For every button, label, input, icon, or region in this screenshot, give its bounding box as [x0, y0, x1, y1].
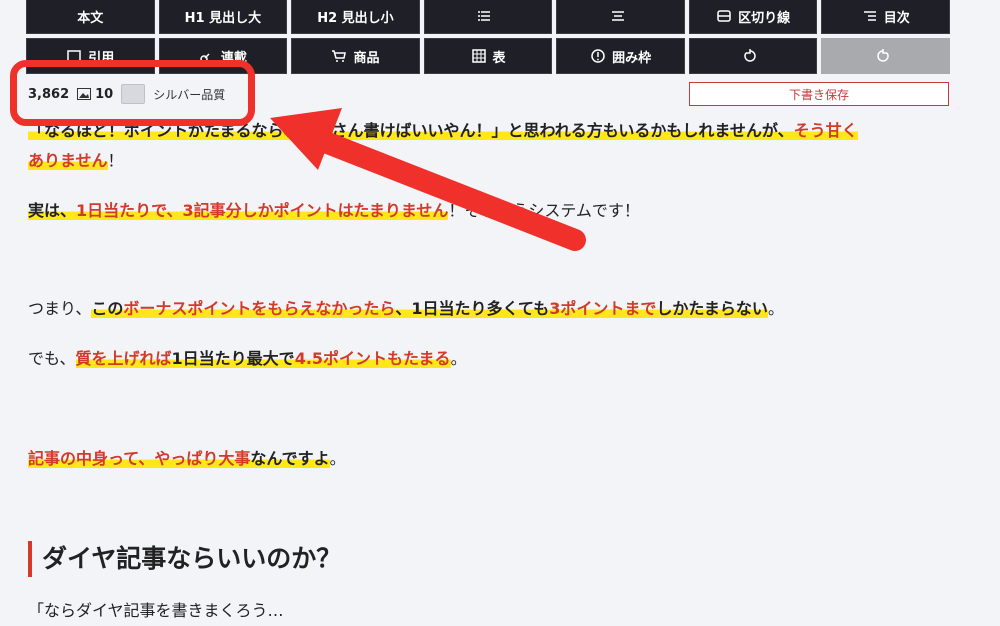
annotation-arrow [270, 108, 586, 251]
